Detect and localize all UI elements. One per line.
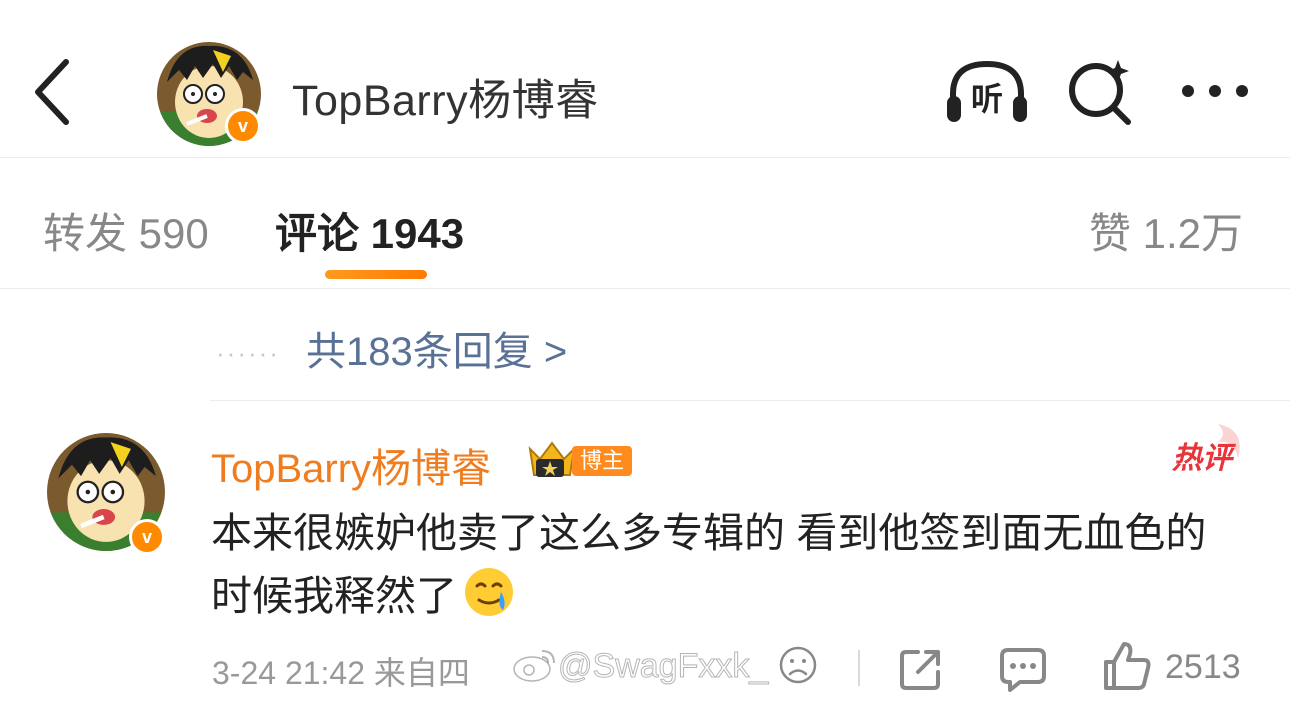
- hot-label: 热评: [1171, 441, 1237, 476]
- thumbs-up-icon: [1104, 642, 1151, 690]
- separator: [858, 650, 860, 686]
- tab-comment[interactable]: 评论 1943: [275, 200, 464, 261]
- headphones-icon: 听: [947, 60, 1027, 122]
- verified-badge-icon: v: [225, 108, 261, 144]
- host-badge: 博主: [572, 446, 633, 476]
- tab-like[interactable]: 赞 1.2万: [1089, 200, 1243, 261]
- comment-bubble-icon: [1000, 648, 1046, 692]
- search-button[interactable]: [1064, 56, 1136, 128]
- hot-comment-badge: 热评: [1168, 420, 1250, 480]
- tab-bar: 转发 590 评论 1943 赞 1.2万: [0, 158, 1290, 289]
- comment-author[interactable]: TopBarry杨博睿: [211, 436, 491, 494]
- share-icon: [900, 650, 940, 690]
- comment-text: 本来很嫉妒他卖了这么多专辑的 看到他签到面无血色的时候我释然了: [211, 502, 1221, 628]
- chevron-left-icon: [35, 59, 69, 125]
- weibo-comment-page: v TopBarry杨博睿 听 转发 590 评论 1943 赞 1.2万 ··…: [0, 0, 1290, 701]
- tab-repost[interactable]: 转发 590: [43, 200, 209, 261]
- reply-button[interactable]: [998, 646, 1048, 692]
- search-icon: [1069, 60, 1131, 125]
- sad-face-icon: [779, 646, 816, 684]
- comment-avatar[interactable]: v: [47, 433, 165, 555]
- active-tab-indicator: [325, 270, 427, 279]
- weibo-logo-icon: [512, 647, 558, 683]
- header-avatar[interactable]: v: [157, 42, 261, 146]
- listen-label: 听: [971, 80, 1003, 118]
- divider: [210, 400, 1290, 401]
- watermark-text: @SwagFxxk_: [557, 647, 769, 686]
- like-count: 2513: [1165, 648, 1241, 686]
- page-title: TopBarry杨博睿: [292, 77, 599, 125]
- more-dots-icon: [1182, 85, 1248, 97]
- share-button[interactable]: [898, 646, 944, 692]
- crying-smile-emoji-icon: [463, 566, 515, 618]
- back-button[interactable]: [22, 52, 86, 132]
- watermark: @SwagFxxk_: [512, 645, 818, 686]
- view-replies-link[interactable]: 共183条回复 >: [306, 319, 567, 377]
- top-bar: v TopBarry杨博睿 听: [0, 0, 1290, 158]
- comment-time-source: 3-24 21:42 来自四: [212, 655, 470, 691]
- crown-icon: [526, 437, 578, 481]
- listen-button[interactable]: 听: [943, 58, 1031, 126]
- like-button[interactable]: [1100, 640, 1152, 692]
- replies-dots: ······: [216, 338, 280, 368]
- comment-text-body: 本来很嫉妒他卖了这么多专辑的 看到他签到面无血色的时候我释然了: [211, 510, 1207, 619]
- verified-badge-icon: v: [129, 519, 165, 555]
- more-button[interactable]: [1178, 74, 1252, 108]
